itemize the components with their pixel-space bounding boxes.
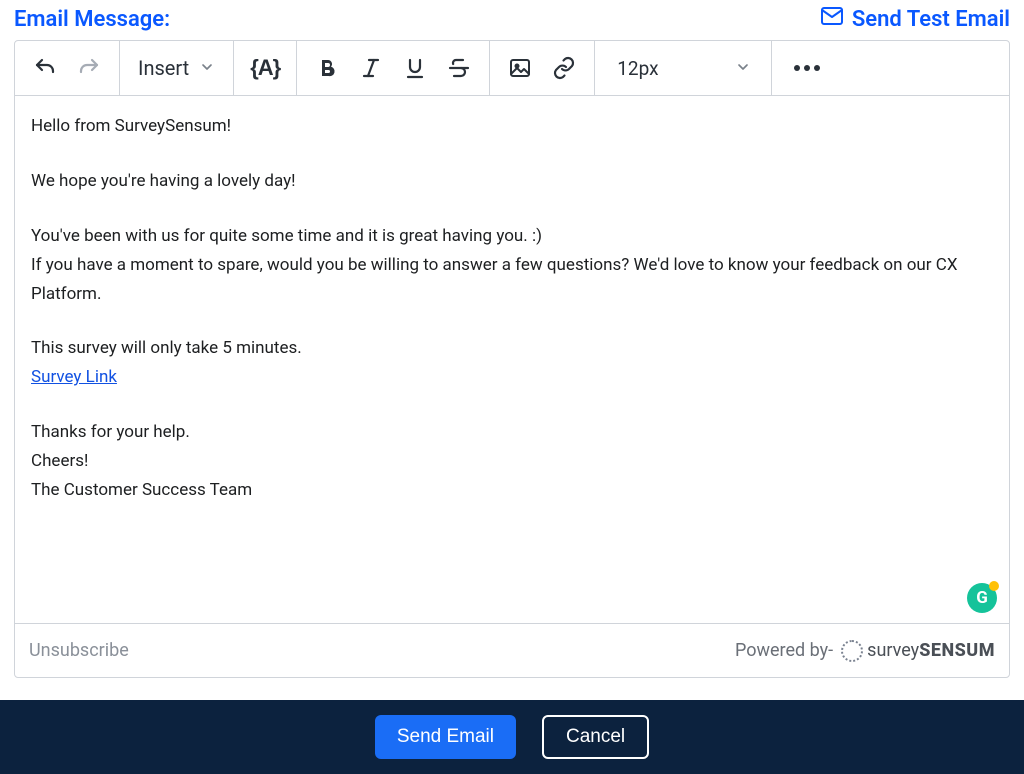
- undo-button[interactable]: [23, 46, 67, 90]
- insert-dropdown[interactable]: Insert: [128, 56, 225, 80]
- logo-icon: [841, 640, 863, 662]
- body-line: If you have a moment to spare, would you…: [31, 251, 993, 309]
- body-line: Cheers!: [31, 447, 993, 476]
- bold-button[interactable]: [305, 46, 349, 90]
- italic-button[interactable]: [349, 46, 393, 90]
- redo-button[interactable]: [67, 46, 111, 90]
- image-button[interactable]: [498, 46, 542, 90]
- more-options-button[interactable]: [780, 65, 834, 71]
- body-line: We hope you're having a lovely day!: [31, 167, 993, 196]
- fontsize-dropdown[interactable]: 12px: [603, 57, 763, 80]
- editor-footer: Unsubscribe Powered by- surveySENSUM: [15, 623, 1009, 677]
- fontsize-value: 12px: [617, 57, 658, 80]
- strikethrough-button[interactable]: [437, 46, 481, 90]
- send-test-email-label: Send Test Email: [852, 7, 1010, 32]
- powered-by-label: Powered by- surveySENSUM: [735, 640, 995, 662]
- email-body-editor[interactable]: Hello from SurveySensum! We hope you're …: [15, 96, 1009, 623]
- email-message-label: Email Message:: [14, 7, 170, 32]
- grammarly-icon[interactable]: G: [967, 583, 997, 613]
- survey-link[interactable]: Survey Link: [31, 367, 117, 387]
- dots-icon: [794, 65, 800, 71]
- body-line: You've been with us for quite some time …: [31, 222, 993, 251]
- link-button[interactable]: [542, 46, 586, 90]
- body-line: Thanks for your help.: [31, 418, 993, 447]
- unsubscribe-link[interactable]: Unsubscribe: [29, 640, 129, 661]
- chevron-down-icon: [199, 56, 215, 80]
- surveysensum-logo: surveySENSUM: [841, 640, 995, 662]
- envelope-icon: [820, 4, 844, 34]
- chevron-down-icon: [735, 57, 751, 80]
- email-editor: Insert {A}: [14, 40, 1010, 678]
- body-line: The Customer Success Team: [31, 476, 993, 505]
- editor-toolbar: Insert {A}: [15, 41, 1009, 96]
- variables-button[interactable]: {A}: [242, 55, 288, 81]
- cancel-button[interactable]: Cancel: [542, 715, 649, 759]
- send-test-email-link[interactable]: Send Test Email: [820, 4, 1010, 34]
- body-line: This survey will only take 5 minutes.: [31, 334, 993, 363]
- send-email-button[interactable]: Send Email: [375, 715, 516, 759]
- body-line: Hello from SurveySensum!: [31, 112, 993, 141]
- underline-button[interactable]: [393, 46, 437, 90]
- insert-label: Insert: [138, 56, 189, 80]
- action-bar: Send Email Cancel: [0, 700, 1024, 774]
